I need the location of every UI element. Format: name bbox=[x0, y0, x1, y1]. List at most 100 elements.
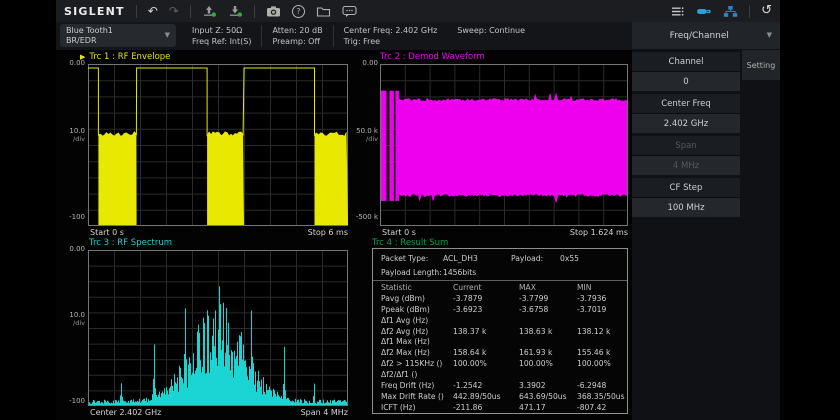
softkey-value[interactable]: 4 MHz bbox=[632, 156, 740, 175]
trc3-title: Trc 3 : RF Spectrum bbox=[89, 239, 172, 248]
trc3-y-scale: 10.0/div bbox=[56, 312, 85, 327]
table-cell: -3.7799 bbox=[519, 294, 577, 303]
trc2-title: Trc 2 : Demod Waveform bbox=[380, 53, 485, 62]
status-line: Preamp: Off bbox=[272, 37, 322, 48]
table-cell: 138.12 k bbox=[577, 327, 627, 336]
trc3-x-center: Center 2.402 GHz bbox=[90, 408, 161, 417]
softkey-value[interactable]: 2.402 GHz bbox=[632, 114, 740, 133]
tab-setting[interactable]: Setting bbox=[742, 50, 780, 80]
undo-icon[interactable]: ↶ bbox=[148, 5, 158, 17]
table-cell: 155.46 k bbox=[577, 348, 627, 357]
camera-icon[interactable] bbox=[266, 5, 281, 18]
softkey-label: Channel bbox=[632, 52, 740, 72]
table-cell: Δf2 Max (Hz) bbox=[381, 348, 453, 357]
trc3-rf-spectrum-plot[interactable] bbox=[88, 250, 348, 406]
table-cell: 442.89/50us bbox=[453, 392, 519, 401]
help-icon[interactable]: ? bbox=[292, 5, 305, 18]
softkey-cf-step[interactable]: CF Step100 MHz bbox=[632, 178, 740, 217]
softkey-menu-dropdown[interactable]: Freq/Channel ▼ bbox=[632, 22, 780, 49]
softkey-column: Channel0Center Freq2.402 GHzSpan4 MHzCF … bbox=[632, 52, 740, 217]
table-cell: Payload: bbox=[511, 254, 560, 263]
lan-icon[interactable] bbox=[723, 5, 738, 18]
trc3-y-top: 0.00 bbox=[56, 246, 85, 254]
table-cell: Payload Length: bbox=[381, 268, 443, 277]
status-group: Atten: 20 dBPreamp: Off bbox=[261, 25, 332, 47]
restore-icon[interactable]: ↺ bbox=[761, 5, 772, 17]
table-row: Max Drift Rate ()442.89/50us643.69/50us3… bbox=[373, 391, 627, 402]
save-state-icon[interactable] bbox=[202, 5, 217, 18]
chevron-down-icon: ▼ bbox=[165, 32, 170, 39]
trc2-y-scale: 50.0 k/div bbox=[349, 128, 378, 143]
table-cell: -807.42 bbox=[577, 403, 627, 412]
mode-dropdown[interactable]: Blue Tooth1 BR/EDR ▼ bbox=[60, 24, 176, 47]
message-icon[interactable] bbox=[342, 5, 357, 18]
table-row: Freq Drift (Hz)-1.25423.3902-6.2948 bbox=[373, 380, 627, 391]
table-cell: 643.69/50us bbox=[519, 392, 577, 401]
table-cell: -6.2948 bbox=[577, 381, 627, 390]
trc2-x-stop: Stop 1.624 ms bbox=[536, 228, 628, 237]
table-row: Δf1 Avg (Hz) bbox=[373, 315, 627, 326]
usb-icon[interactable] bbox=[696, 5, 712, 18]
softkey-menu-title: Freq/Channel bbox=[632, 31, 767, 41]
softkey-value[interactable]: 100 MHz bbox=[632, 198, 740, 217]
folder-icon[interactable] bbox=[316, 5, 331, 18]
table-cell: 138.63 k bbox=[519, 327, 577, 336]
divider bbox=[190, 5, 191, 18]
table-row: Δf2 > 115KHz ()100.00%100.00%100.00% bbox=[373, 358, 627, 369]
status-line: Trig: Free bbox=[344, 37, 438, 48]
toolbar: SIGLENT ↶ ↷ ? bbox=[56, 0, 780, 22]
table-header-cell: Statistic bbox=[381, 283, 453, 292]
trc1-x-stop: Stop 6 ms bbox=[256, 228, 348, 237]
table-header-cell: MAX bbox=[519, 283, 577, 292]
table-cell: Δf1 Max (Hz) bbox=[381, 337, 453, 346]
screen: SIGLENT ↶ ↷ ? bbox=[0, 0, 840, 420]
divider bbox=[373, 280, 627, 281]
status-line: Sweep: Continue bbox=[457, 26, 525, 37]
softkey-span[interactable]: Span4 MHz bbox=[632, 136, 740, 175]
table-cell: Packet Type: bbox=[381, 254, 443, 263]
divider bbox=[136, 5, 137, 18]
trc1-rf-envelope-plot[interactable] bbox=[88, 64, 348, 226]
table-cell: Pavg (dBm) bbox=[381, 294, 453, 303]
table-cell: 368.35/50us bbox=[577, 392, 627, 401]
trc1-y-top: 0.00 bbox=[56, 60, 85, 68]
table-cell: Δf2 Avg (Hz) bbox=[381, 327, 453, 336]
table-cell: -211.86 bbox=[453, 403, 519, 412]
softkey-center-freq[interactable]: Center Freq2.402 GHz bbox=[632, 94, 740, 133]
siglent-logo: SIGLENT bbox=[64, 5, 125, 18]
table-row: Δf2/Δf1 () bbox=[373, 369, 627, 380]
table-row: Δf2 Max (Hz)158.64 k161.93 k155.46 k bbox=[373, 347, 627, 358]
table-cell: 100.00% bbox=[577, 359, 627, 368]
table-cell: 471.17 bbox=[519, 403, 577, 412]
divider bbox=[749, 5, 750, 18]
softkey-channel[interactable]: Channel0 bbox=[632, 52, 740, 91]
trc1-title: ▶Trc 1 : RF Envelope bbox=[80, 53, 170, 62]
table-cell: 161.93 k bbox=[519, 348, 577, 357]
trc2-x-start: Start 0 s bbox=[382, 228, 416, 237]
recall-state-icon[interactable] bbox=[228, 5, 243, 18]
table-cell: -3.6923 bbox=[453, 305, 519, 314]
status-line: Input Z: 50Ω bbox=[192, 26, 251, 37]
table-header-cell: Current bbox=[453, 283, 519, 292]
trc1-y-bottom: -100 bbox=[56, 214, 85, 222]
menu-list-icon[interactable] bbox=[670, 5, 685, 18]
table-cell: Δf2 > 115KHz () bbox=[381, 359, 453, 368]
table-header-row: StatisticCurrentMAXMIN bbox=[373, 282, 627, 293]
trc2-y-top: 0.00 bbox=[349, 60, 378, 68]
table-row: Packet Type:ACL_DH3Payload:0x55 bbox=[373, 251, 627, 265]
redo-icon[interactable]: ↷ bbox=[169, 5, 179, 17]
softkey-label: Span bbox=[632, 136, 740, 156]
status-group: Input Z: 50ΩFreq Ref: Int(S) bbox=[182, 25, 261, 47]
table-cell: -3.7019 bbox=[577, 305, 627, 314]
toolbar-left: SIGLENT ↶ ↷ ? bbox=[64, 5, 357, 18]
table-row: Payload Length:1456bits bbox=[373, 265, 627, 279]
softkey-value[interactable]: 0 bbox=[632, 72, 740, 91]
status-readouts: Input Z: 50ΩFreq Ref: Int(S)Atten: 20 dB… bbox=[182, 24, 535, 47]
softkey-label: Center Freq bbox=[632, 94, 740, 114]
trc4-title: Trc 4 : Result Sum bbox=[372, 239, 448, 248]
trc1-y-scale: 10.0/div bbox=[56, 128, 85, 143]
table-cell: -3.7879 bbox=[453, 294, 519, 303]
table-cell: ICFT (Hz) bbox=[381, 403, 453, 412]
table-row: Δf2 Avg (Hz)138.37 k138.63 k138.12 k bbox=[373, 326, 627, 337]
trc2-demod-waveform-plot[interactable] bbox=[380, 64, 628, 226]
